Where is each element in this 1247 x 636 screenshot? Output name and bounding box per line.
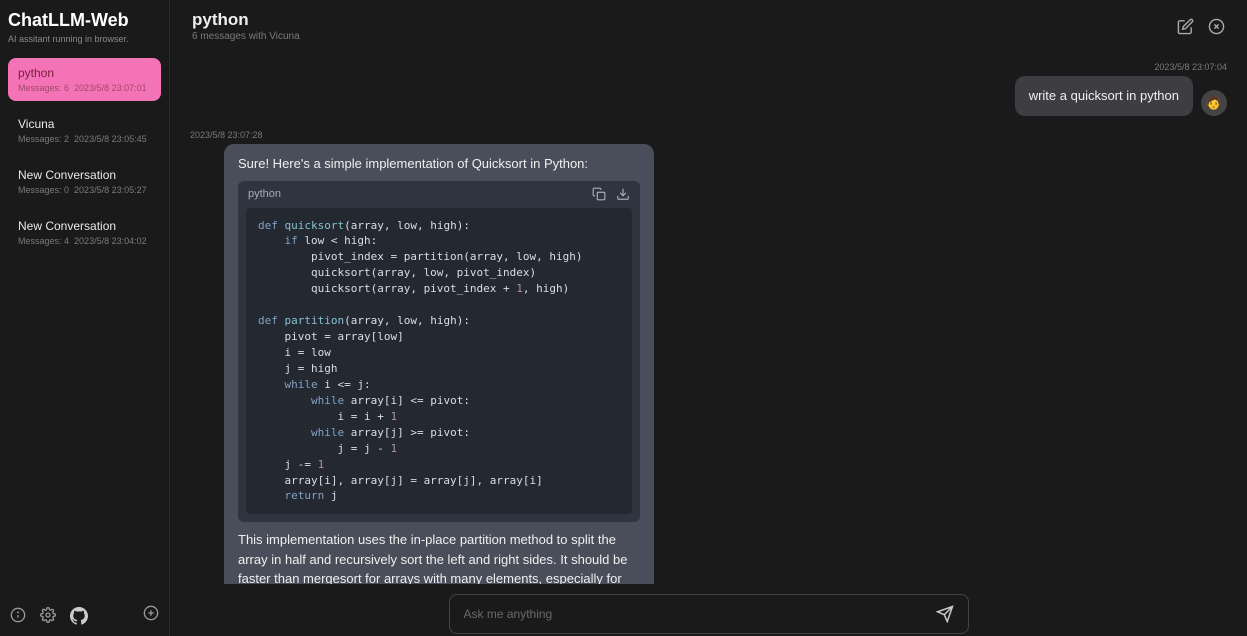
sidebar-item-new-1[interactable]: New Conversation Messages: 0 2023/5/8 23… (8, 160, 161, 203)
code-block: python def quicksort(array, low, high): … (238, 181, 640, 522)
sidebar-item-vicuna[interactable]: Vicuna Messages: 2 2023/5/8 23:05:45 (8, 109, 161, 152)
message-outro: This implementation uses the in-place pa… (238, 530, 640, 584)
sidebar-item-new-2[interactable]: New Conversation Messages: 4 2023/5/8 23… (8, 211, 161, 254)
message-bubble: Sure! Here's a simple implementation of … (224, 144, 654, 585)
copy-icon[interactable] (592, 187, 606, 201)
chat-subtitle: 6 messages with Vicuna (192, 31, 300, 42)
conversation-meta: Messages: 2 2023/5/8 23:05:45 (18, 134, 151, 144)
message-timestamp: 2023/5/8 23:07:28 (190, 130, 263, 140)
message-timestamp: 2023/5/8 23:07:04 (1154, 62, 1227, 72)
chat-title: python (192, 10, 300, 30)
download-icon[interactable] (616, 187, 630, 201)
close-icon[interactable] (1208, 18, 1225, 35)
message-intro: Sure! Here's a simple implementation of … (238, 154, 640, 174)
main-panel: python 6 messages with Vicuna 2023/5/8 2… (170, 0, 1247, 636)
message-user: 2023/5/8 23:07:04 write a quicksort in p… (190, 62, 1227, 116)
conversation-meta: Messages: 4 2023/5/8 23:04:02 (18, 236, 151, 246)
code-language: python (248, 186, 281, 203)
edit-icon[interactable] (1177, 18, 1194, 35)
send-icon[interactable] (936, 605, 954, 623)
chat-header: python 6 messages with Vicuna (170, 0, 1247, 52)
message-text: write a quicksort in python (1015, 76, 1193, 116)
sidebar: ChatLLM-Web AI assitant running in brows… (0, 0, 170, 636)
avatar: 🧑 (1201, 90, 1227, 116)
messages-area: 2023/5/8 23:07:04 write a quicksort in p… (170, 52, 1247, 584)
conversation-title: New Conversation (18, 168, 151, 182)
app-tagline: AI assitant running in browser. (8, 34, 161, 44)
conversation-meta: Messages: 0 2023/5/8 23:05:27 (18, 185, 151, 195)
conversation-title: python (18, 66, 151, 80)
input-area (170, 584, 1247, 636)
sidebar-footer (8, 599, 161, 626)
conversation-title: New Conversation (18, 219, 151, 233)
gear-icon[interactable] (40, 607, 56, 623)
chat-input[interactable] (464, 607, 936, 621)
github-icon[interactable] (70, 607, 88, 625)
conversation-list: python Messages: 6 2023/5/8 23:07:01 Vic… (8, 58, 161, 599)
app-logo: ChatLLM-Web (8, 10, 161, 31)
info-icon[interactable] (10, 607, 26, 623)
conversation-meta: Messages: 6 2023/5/8 23:07:01 (18, 83, 151, 93)
message-assistant: 2023/5/8 23:07:28 Sure! Here's a simple … (190, 130, 1227, 585)
code-content: def quicksort(array, low, high): if low … (246, 208, 632, 515)
input-box[interactable] (449, 594, 969, 634)
conversation-title: Vicuna (18, 117, 151, 131)
plus-icon[interactable] (143, 605, 159, 621)
sidebar-item-python[interactable]: python Messages: 6 2023/5/8 23:07:01 (8, 58, 161, 101)
